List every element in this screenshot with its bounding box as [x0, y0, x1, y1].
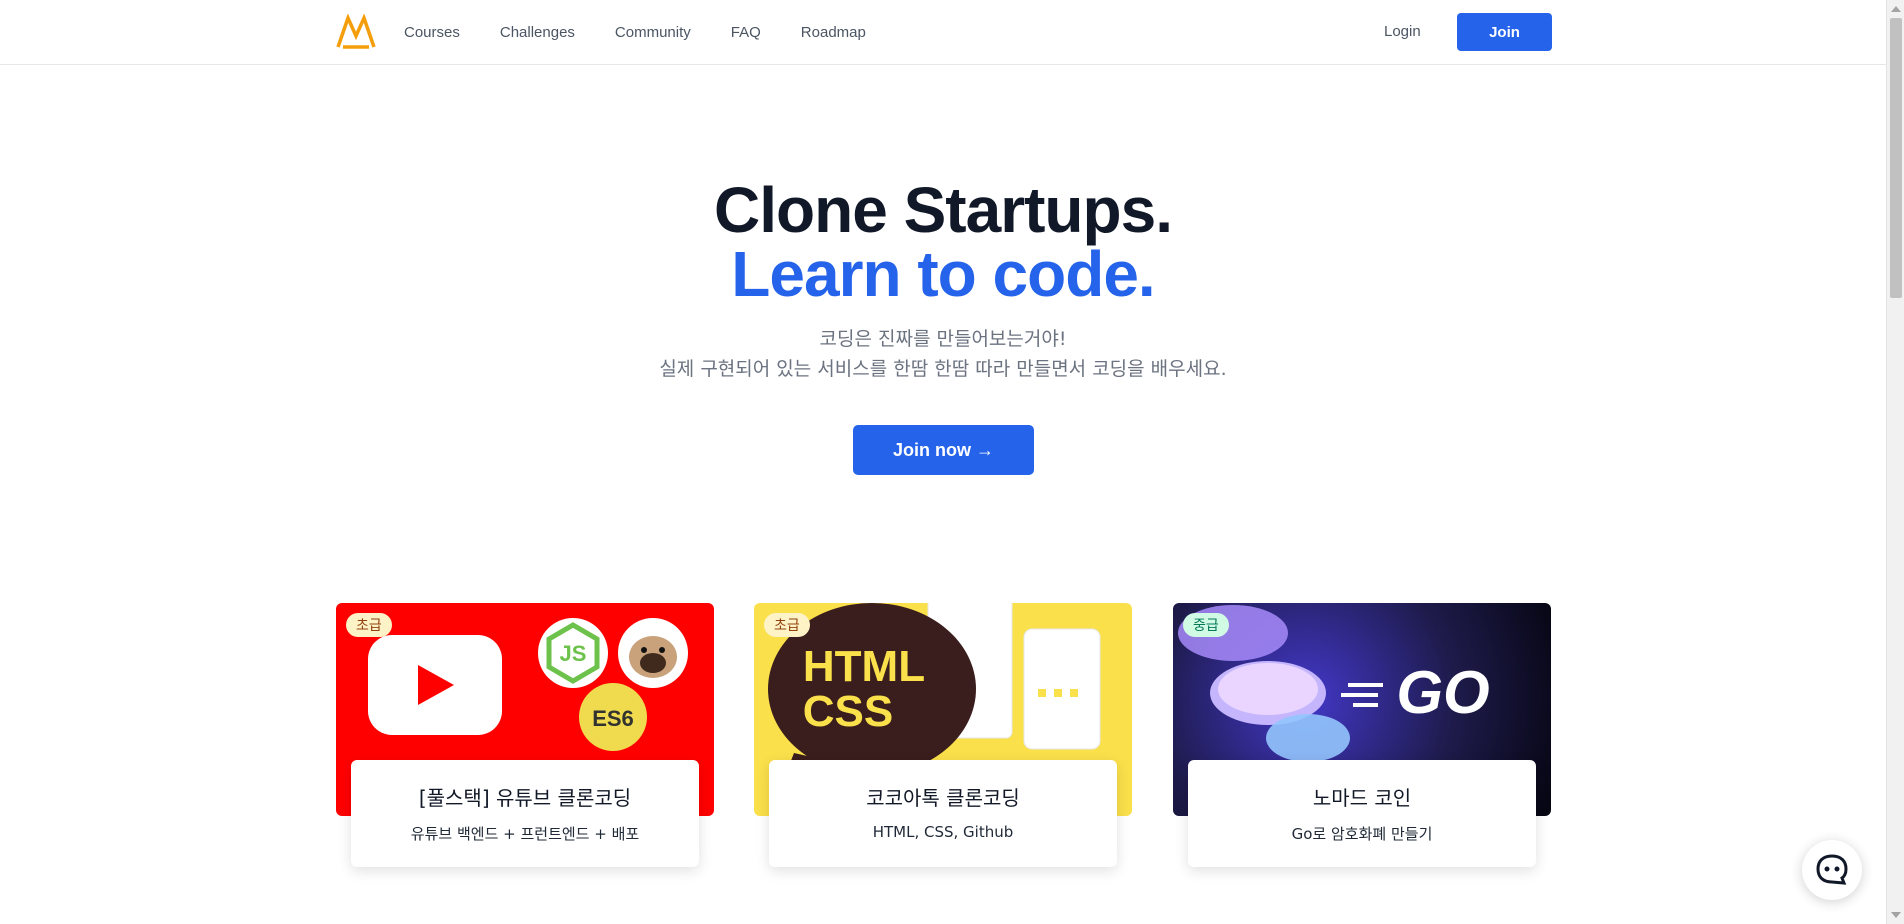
main-nav: Courses Challenges Community FAQ Roadmap [404, 0, 866, 65]
scrollbar-thumb[interactable] [1890, 18, 1902, 298]
login-link[interactable]: Login [1384, 23, 1421, 40]
level-badge: 초급 [346, 613, 392, 637]
course-card-youtube[interactable]: JS ES6 초급 [풀스택] 유튜브 클론코딩 유튜브 백엔드 + 프런트엔드… [336, 603, 714, 868]
scroll-down-arrow[interactable] [1891, 912, 1901, 918]
course-description: 유튜브 백엔드 + 프런트엔드 + 배포 [410, 825, 640, 843]
card-body: [풀스택] 유튜브 클론코딩 유튜브 백엔드 + 프런트엔드 + 배포 [351, 760, 699, 867]
nav-roadmap[interactable]: Roadmap [801, 24, 866, 41]
hero-title: Clone Startups. [714, 174, 1173, 246]
join-now-button[interactable]: Join now → [853, 425, 1034, 475]
card-body: 코코아톡 클론코딩 HTML, CSS, Github [769, 760, 1117, 867]
svg-text:GO: GO [1396, 659, 1489, 726]
course-card-kakaotalk[interactable]: HTML CSS 초급 코코아톡 클론코딩 HTML, CSS, Github [754, 603, 1132, 868]
course-description: Go로 암호화폐 만들기 [1291, 825, 1433, 843]
course-card-nomadcoin[interactable]: GO 중급 노마드 코인 Go로 암호화폐 만들기 [1173, 603, 1551, 868]
course-title: [풀스택] 유튜브 클론코딩 [418, 786, 632, 810]
logo-icon[interactable] [335, 14, 377, 50]
page-scrollbar[interactable] [1886, 0, 1904, 924]
scroll-up-arrow[interactable] [1891, 6, 1901, 12]
level-badge: 중급 [1183, 613, 1229, 637]
level-badge: 초급 [764, 613, 810, 637]
course-description: HTML, CSS, Github [872, 823, 1014, 841]
svg-text:ES6: ES6 [592, 706, 634, 731]
nav-courses[interactable]: Courses [404, 24, 460, 41]
course-title: 노마드 코인 [1312, 786, 1412, 810]
svg-text:HTML: HTML [803, 642, 925, 691]
nav-challenges[interactable]: Challenges [500, 24, 575, 41]
svg-text:JS: JS [560, 641, 587, 666]
hero-subtitle-2: 실제 구현되어 있는 서비스를 한땀 한땀 따라 만들면서 코딩을 배우세요. [659, 358, 1227, 380]
svg-text:CSS: CSS [803, 687, 893, 736]
hero-title-accent: Learn to code. [731, 238, 1155, 310]
join-button[interactable]: Join [1457, 13, 1552, 51]
nav-faq[interactable]: FAQ [731, 24, 761, 41]
card-body: 노마드 코인 Go로 암호화폐 만들기 [1188, 760, 1536, 867]
top-header: Courses Challenges Community FAQ Roadmap… [0, 0, 1886, 65]
hero-subtitle-1: 코딩은 진짜를 만들어보는거야! [819, 328, 1067, 350]
chat-button[interactable] [1802, 840, 1862, 900]
course-title: 코코아톡 클론코딩 [866, 786, 1020, 810]
nav-community[interactable]: Community [615, 24, 691, 41]
chat-icon [1816, 854, 1848, 885]
